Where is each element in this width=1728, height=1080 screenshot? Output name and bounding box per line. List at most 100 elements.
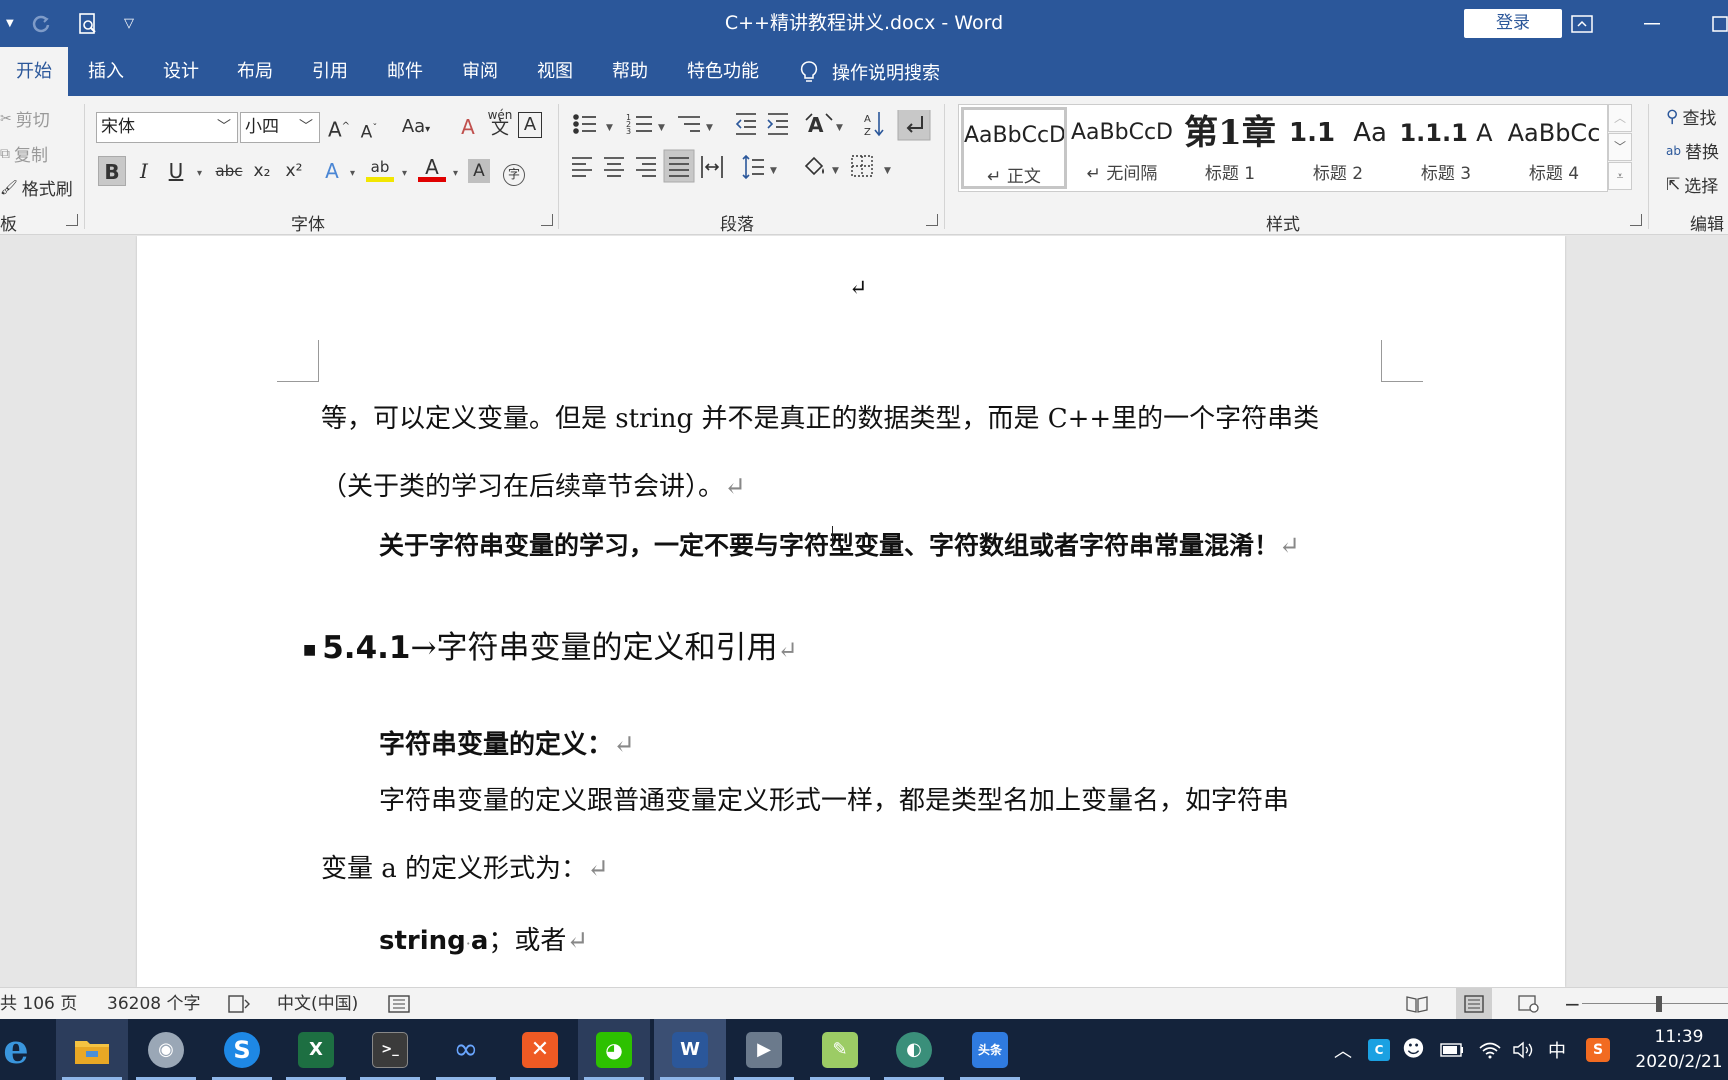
tell-me-search[interactable]: 操作说明搜索 — [800, 47, 940, 96]
clear-formatting-icon[interactable]: A — [454, 112, 482, 142]
word-icon[interactable]: W — [654, 1019, 726, 1080]
input-method-indicator[interactable]: 中 — [1548, 1019, 1566, 1080]
enclose-characters-icon[interactable]: 字 — [500, 156, 528, 186]
read-mode-icon[interactable] — [1406, 988, 1428, 1020]
font-color-icon[interactable]: A — [418, 154, 446, 182]
format-painter-button[interactable]: 🖌 格式刷 — [0, 175, 73, 201]
font-name-combo[interactable]: 宋体 ﹀ — [96, 112, 238, 143]
qq-icon[interactable]: ☻ — [1402, 1019, 1425, 1080]
style-heading-4[interactable]: AaBbCc 标题 4 — [1501, 107, 1607, 189]
proofing-icon[interactable] — [228, 988, 250, 1020]
notepad-icon[interactable]: ✎ — [804, 1019, 876, 1080]
excel-icon[interactable]: X — [280, 1019, 352, 1080]
style-heading-1[interactable]: 第1章 标题 1 — [1177, 107, 1283, 189]
document-page[interactable]: ↵ 等，可以定义变量。但是 string 并不是真正的数据类型，而是 C++里的… — [137, 236, 1565, 987]
page-count[interactable]: 共 106 页 — [0, 988, 77, 1020]
clipboard-group-label: 板 — [0, 215, 17, 235]
xmind-icon[interactable]: ✕ — [504, 1019, 576, 1080]
tab-help[interactable]: 帮助 — [600, 47, 660, 96]
sogou-ime-icon[interactable]: S — [1586, 1019, 1610, 1080]
cut-button[interactable]: ✂ 剪切 — [0, 106, 50, 132]
group-divider — [944, 104, 945, 229]
zoom-slider-thumb[interactable] — [1656, 996, 1662, 1012]
browser-icon[interactable]: ◐ — [878, 1019, 950, 1080]
tab-layout[interactable]: 布局 — [225, 47, 285, 96]
tell-me-label: 操作说明搜索 — [832, 62, 940, 84]
toutiao-icon[interactable]: 头条 — [954, 1019, 1026, 1080]
gallery-up-icon[interactable]: ︿ — [1608, 104, 1632, 132]
tab-references[interactable]: 引用 — [300, 47, 360, 96]
clock[interactable]: 11:39 2020/2/21 — [1630, 1025, 1728, 1075]
shrink-font-icon[interactable]: Aˇ — [355, 114, 383, 144]
subscript-button[interactable]: x₂ — [248, 156, 276, 186]
wechat-icon[interactable]: ◕ — [578, 1019, 650, 1080]
zoom-out-icon[interactable]: − — [1564, 988, 1581, 1020]
code-editor-icon[interactable]: >_ — [354, 1019, 426, 1080]
minimize-icon[interactable] — [1622, 0, 1682, 47]
replace-button[interactable]: ab 替换 — [1666, 138, 1719, 163]
paragraph-controls[interactable]: ▼ 1 2 3 ▼ ▼ A ▼ AZ ▼ ▼ ▼ — [570, 110, 940, 190]
text-effects-dropdown-icon[interactable]: ▾ — [350, 168, 355, 179]
tray-app-icon[interactable]: C — [1368, 1019, 1390, 1080]
file-explorer-icon[interactable] — [56, 1019, 128, 1080]
find-button[interactable]: ⚲ 查找 — [1666, 104, 1717, 130]
word-count[interactable]: 36208 个字 — [107, 988, 200, 1020]
find-label: 查找 — [1682, 109, 1717, 129]
tab-review[interactable]: 审阅 — [450, 47, 510, 96]
grow-font-icon[interactable]: A^ — [325, 112, 353, 142]
style-heading-3[interactable]: 1.1.1 A 标题 3 — [1393, 107, 1499, 189]
font-launcher-icon[interactable] — [541, 214, 553, 226]
zoom-slider-track[interactable] — [1582, 1003, 1728, 1004]
battery-icon[interactable] — [1440, 1019, 1464, 1080]
copy-button[interactable]: ⧉ 复制 — [0, 141, 48, 167]
macro-recording-icon[interactable] — [388, 988, 410, 1020]
style-heading-2[interactable]: 1.1 Aa 标题 2 — [1285, 107, 1391, 189]
paragraph-launcher-icon[interactable] — [926, 214, 938, 226]
tab-design[interactable]: 设计 — [151, 47, 211, 96]
ribbon-display-options-icon[interactable] — [1552, 0, 1612, 47]
italic-button[interactable]: I — [130, 156, 158, 186]
change-case-icon[interactable]: Aa▾ — [396, 112, 436, 142]
style-normal[interactable]: AaBbCcD ↵ 正文 — [961, 107, 1067, 189]
print-layout-icon[interactable] — [1456, 988, 1492, 1020]
edge-icon[interactable]: e — [0, 1019, 46, 1080]
character-shading-icon[interactable]: A — [468, 159, 490, 183]
phonetic-guide-icon[interactable]: wén 文 — [486, 108, 514, 138]
styles-launcher-icon[interactable] — [1630, 214, 1642, 226]
language-indicator[interactable]: 中文(中国) — [277, 988, 358, 1020]
tab-insert[interactable]: 插入 — [76, 47, 136, 96]
highlight-dropdown-icon[interactable]: ▾ — [402, 168, 407, 179]
tray-overflow-icon[interactable]: ︿ — [1334, 1019, 1352, 1080]
gallery-down-icon[interactable]: ﹀ — [1608, 133, 1632, 161]
svg-text:▼: ▼ — [884, 166, 891, 176]
snipping-tool-icon[interactable]: ◉ — [130, 1019, 202, 1080]
tab-home[interactable]: 开始 — [0, 47, 68, 96]
font-size-combo[interactable]: 小四 ﹀ — [240, 112, 320, 143]
volume-icon[interactable] — [1512, 1019, 1536, 1080]
font-color-dropdown-icon[interactable]: ▾ — [453, 168, 458, 179]
gallery-more-icon[interactable]: ⩡ — [1608, 162, 1632, 190]
strikethrough-button[interactable]: abc — [212, 156, 246, 186]
login-button[interactable]: 登录 — [1464, 9, 1562, 38]
superscript-button[interactable]: x² — [280, 156, 308, 186]
web-layout-icon[interactable] — [1518, 988, 1540, 1020]
highlight-icon[interactable]: ab — [366, 154, 394, 182]
tab-view[interactable]: 视图 — [525, 47, 585, 96]
character-border-icon[interactable]: A — [518, 112, 542, 138]
tab-special-features[interactable]: 特色功能 — [675, 47, 771, 96]
replace-icon: ab — [1666, 143, 1681, 158]
underline-button[interactable]: U — [162, 156, 190, 186]
underline-dropdown-icon[interactable]: ▾ — [197, 168, 202, 179]
link-app-icon[interactable]: ∞ — [430, 1019, 502, 1080]
clipboard-launcher-icon[interactable] — [66, 214, 78, 226]
code-tail: ；或者 — [488, 926, 567, 956]
maximize-icon[interactable] — [1688, 0, 1728, 47]
sogou-browser-icon[interactable]: S — [206, 1019, 278, 1080]
select-button[interactable]: ⇱ 选择 — [1666, 172, 1718, 198]
wifi-icon[interactable] — [1478, 1019, 1502, 1080]
style-no-spacing[interactable]: AaBbCcD ↵ 无间隔 — [1069, 107, 1175, 189]
text-effects-icon[interactable]: A — [318, 156, 346, 186]
tab-mailings[interactable]: 邮件 — [375, 47, 435, 96]
video-recorder-icon[interactable]: ▶ — [728, 1019, 800, 1080]
bold-button[interactable]: B — [98, 156, 126, 186]
